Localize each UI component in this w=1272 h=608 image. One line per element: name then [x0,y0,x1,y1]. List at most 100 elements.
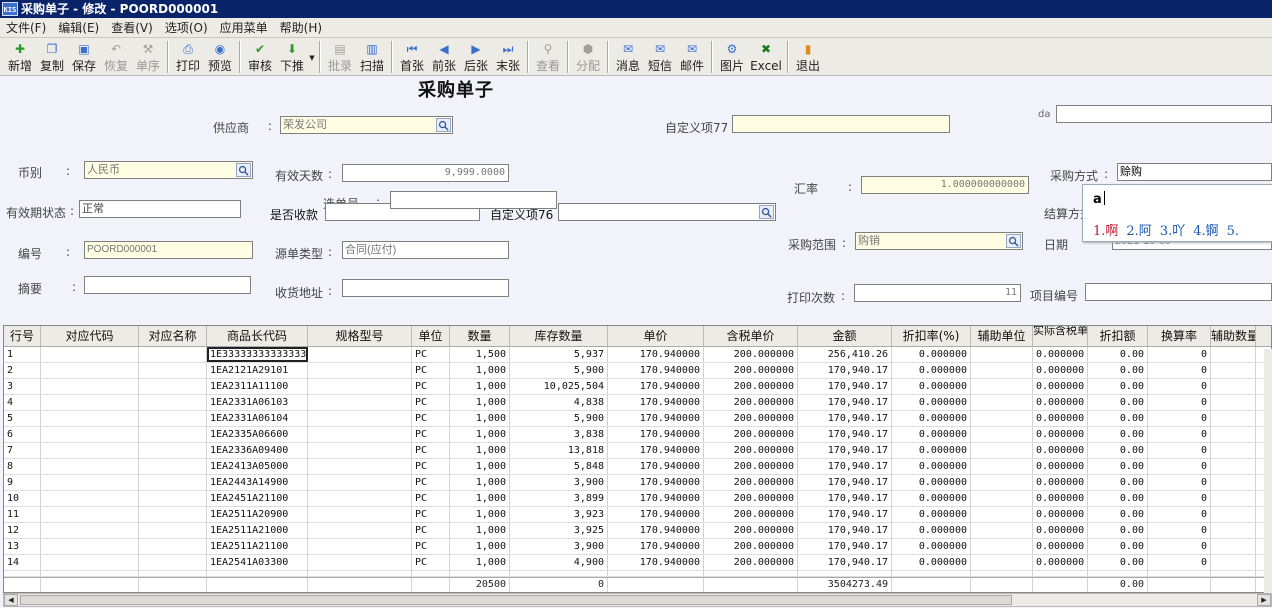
table-cell[interactable]: 13,818 [510,443,608,458]
table-cell[interactable]: 170.940000 [608,363,704,378]
purchase-scope-lookup-icon[interactable] [1006,234,1021,248]
table-cell[interactable] [41,507,139,522]
column-header[interactable]: 辅助数量 [1211,326,1256,346]
table-cell[interactable]: 170,940.17 [798,491,892,506]
ime-candidate[interactable]: 1.啊 [1093,224,1118,239]
table-cell[interactable]: 5,937 [510,347,608,362]
table-cell[interactable]: 170.940000 [608,443,704,458]
table-cell[interactable]: PC [412,379,450,394]
table-cell[interactable] [139,363,207,378]
table-cell[interactable]: 170.940000 [608,427,704,442]
table-cell[interactable]: 0 [1148,539,1211,554]
ime-candidate[interactable]: 3.吖 [1160,224,1185,239]
table-cell[interactable]: 1EA2335A06600 [207,427,308,442]
table-cell[interactable]: 1,000 [450,395,510,410]
table-row[interactable]: 9 1EA2443A14900 PC 1,000 3,900 170.940000 200.… [4,475,1271,491]
table-cell[interactable] [1211,523,1256,538]
table-cell[interactable] [41,475,139,490]
ime-candidate[interactable]: 5. [1227,224,1239,239]
table-cell[interactable]: 0.000000 [1033,491,1088,506]
table-cell[interactable]: 1EA2443A14900 [207,475,308,490]
table-row[interactable]: 10 1EA2451A21100 PC 1,000 3,899 170.940000 200… [4,491,1271,507]
custom77-field[interactable] [732,115,950,133]
table-cell[interactable]: 170,940.17 [798,379,892,394]
table-row[interactable]: 4 1EA2331A06103 PC 1,000 4,838 170.940000 200.… [4,395,1271,411]
table-cell[interactable] [139,443,207,458]
table-cell[interactable]: PC [412,395,450,410]
toolbar-button[interactable]: ⎙ 打印 [172,38,204,75]
table-cell[interactable]: 0 [1148,555,1211,570]
table-cell[interactable]: 14 [4,555,41,570]
table-cell[interactable] [139,459,207,474]
table-cell[interactable] [308,443,412,458]
table-cell[interactable]: 170,940.17 [798,411,892,426]
table-cell[interactable] [139,411,207,426]
table-cell[interactable]: 0.000000 [892,555,971,570]
table-cell[interactable]: 0 [1148,523,1211,538]
toolbar-button[interactable]: ⚒ 单序 [132,38,164,75]
table-cell[interactable]: 0 [1148,491,1211,506]
table-cell[interactable] [971,459,1033,474]
table-cell[interactable]: 0.000000 [892,539,971,554]
table-cell[interactable]: 200.000000 [704,427,798,442]
table-cell[interactable]: 0.000000 [892,427,971,442]
table-cell[interactable] [971,539,1033,554]
currency-field[interactable]: 人民币 [84,161,253,179]
table-cell[interactable]: 170,940.17 [798,475,892,490]
table-cell[interactable] [41,459,139,474]
table-cell[interactable] [41,347,139,362]
column-header[interactable]: 辅助单位 [971,326,1033,346]
table-cell[interactable]: 0.00 [1088,411,1148,426]
table-cell[interactable]: 0.000000 [1033,379,1088,394]
column-header[interactable]: 规格型号 [308,326,412,346]
table-cell[interactable]: 1EA2511A20900 [207,507,308,522]
table-cell[interactable] [971,507,1033,522]
dropdown-arrow-icon[interactable]: ▼ [308,54,316,62]
table-cell[interactable] [41,427,139,442]
toolbar-button[interactable]: ▮ 退出 [792,38,824,75]
number-field[interactable]: POORD000001 [84,241,253,259]
column-header[interactable]: 换算率 [1148,326,1211,346]
table-cell[interactable]: 170.940000 [608,459,704,474]
table-cell[interactable]: 0.000000 [892,443,971,458]
toolbar-button[interactable]: ✉ 邮件 [676,38,708,75]
table-cell[interactable] [308,363,412,378]
print-count-field[interactable]: 11 [854,284,1021,302]
toolbar-button[interactable]: ⚙ 图片 [716,38,748,75]
column-header[interactable]: 商品长代码 [207,326,308,346]
table-cell[interactable]: 170.940000 [608,555,704,570]
toolbar-button[interactable]: ⏮ 首张 [396,38,428,75]
table-cell[interactable]: 4,838 [510,395,608,410]
table-cell[interactable]: PC [412,411,450,426]
table-cell[interactable]: 0.000000 [1033,475,1088,490]
table-row[interactable]: 8 1EA2413A05000 PC 1,000 5,848 170.940000 200.… [4,459,1271,475]
table-cell[interactable]: 4,900 [510,555,608,570]
table-cell[interactable]: 170.940000 [608,523,704,538]
table-cell[interactable]: 3,899 [510,491,608,506]
project-no-field[interactable] [1085,283,1272,301]
toolbar-button[interactable]: ✔ 审核 [244,38,276,75]
table-cell[interactable]: 256,410.26 [798,347,892,362]
toolbar-button[interactable]: ❐ 复制 [36,38,68,75]
table-cell[interactable]: 1EA2511A21000 [207,523,308,538]
table-cell[interactable]: 200.000000 [704,523,798,538]
toolbar-button[interactable]: ⏭ 末张 [492,38,524,75]
column-header[interactable]: 单位 [412,326,450,346]
toolbar-button[interactable]: ✚ 新增 [4,38,36,75]
table-cell[interactable] [41,555,139,570]
purchase-mode-field[interactable]: 赊购 [1117,163,1272,181]
table-cell[interactable]: 170,940.17 [798,443,892,458]
table-cell[interactable]: 0.00 [1088,491,1148,506]
table-cell[interactable]: 0 [1148,427,1211,442]
table-cell[interactable] [1211,491,1256,506]
column-header[interactable]: 数量 [450,326,510,346]
table-cell[interactable]: 0 [1148,507,1211,522]
table-cell[interactable]: PC [412,539,450,554]
table-cell[interactable] [971,443,1033,458]
table-cell[interactable]: 0.000000 [1033,363,1088,378]
table-cell[interactable]: 12 [4,523,41,538]
table-cell[interactable] [308,395,412,410]
column-header[interactable]: 实际含税单价 [1033,326,1088,346]
table-row[interactable]: 1 1E333333333333333 PC 1,500 5,937 170.940000… [4,347,1271,363]
table-cell[interactable]: 5,900 [510,363,608,378]
